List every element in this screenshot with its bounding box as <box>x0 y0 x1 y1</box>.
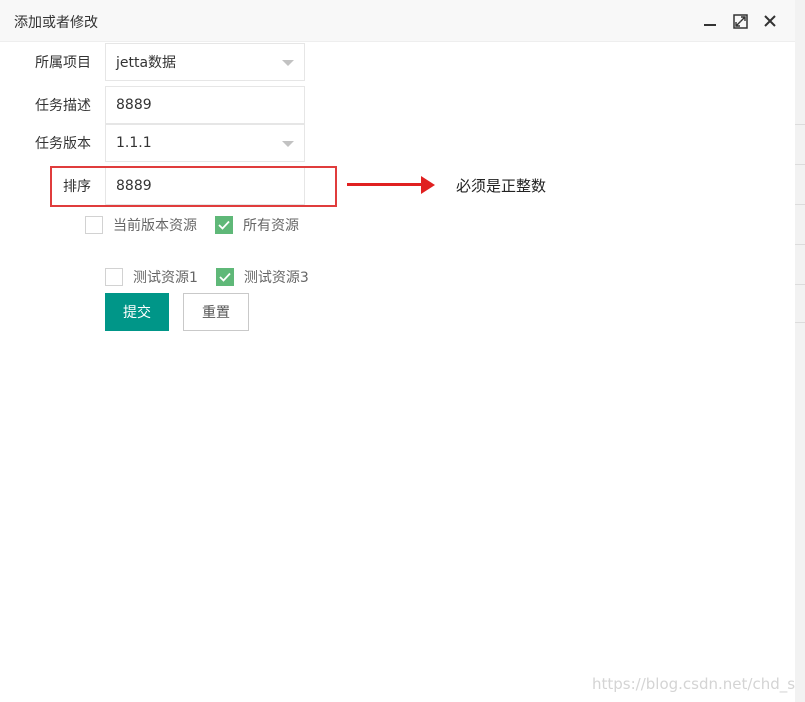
version-select[interactable]: 1.1.1 <box>105 124 305 162</box>
form-row-description: 任务描述 8889 <box>0 86 305 124</box>
background-page-edge <box>795 0 805 702</box>
project-label: 所属项目 <box>35 55 91 71</box>
form-row-project: 所属项目 jetta数据 <box>0 43 305 81</box>
arrow-right-icon <box>421 176 435 194</box>
description-input[interactable]: 8889 <box>105 86 305 124</box>
dialog-title: 添加或者修改 <box>14 15 98 31</box>
checkbox-test-resource-3-label: 测试资源3 <box>243 270 309 286</box>
chevron-down-icon <box>282 141 294 147</box>
form-row-version: 任务版本 1.1.1 <box>0 124 305 162</box>
window-controls <box>701 12 779 30</box>
checkbox-test-resource-1[interactable] <box>105 268 123 286</box>
dialog-window: 添加或者修改 所属项目 jetta数据 任务描述 8889 任务版本 1.1.1… <box>0 0 805 702</box>
close-icon[interactable] <box>761 12 779 30</box>
annotation-note: 必须是正整数 <box>456 177 547 195</box>
highlight-box <box>50 166 337 207</box>
checkbox-all-resources[interactable] <box>215 216 233 234</box>
checkbox-test-resource-3[interactable] <box>215 268 234 286</box>
submit-button[interactable]: 提交 <box>105 293 169 331</box>
chevron-down-icon <box>282 60 294 66</box>
maximize-icon[interactable] <box>731 12 749 30</box>
minimize-icon[interactable] <box>701 12 719 30</box>
project-select[interactable]: jetta数据 <box>105 43 305 81</box>
reset-button[interactable]: 重置 <box>183 293 249 331</box>
dialog-titlebar: 添加或者修改 <box>0 0 795 42</box>
project-select-value: jetta数据 <box>116 55 177 71</box>
resource-scope-group: 当前版本资源 所有资源 <box>85 215 317 235</box>
checkbox-current-version-label: 当前版本资源 <box>113 218 197 234</box>
resources-group: 测试资源1 测试资源3 <box>105 267 327 287</box>
checkbox-current-version[interactable] <box>85 216 103 234</box>
arrow-line <box>347 183 425 186</box>
description-label: 任务描述 <box>35 98 91 114</box>
watermark-text: https://blog.csdn.net/chd_sun <box>592 675 805 693</box>
version-select-value: 1.1.1 <box>116 135 152 151</box>
description-input-value: 8889 <box>116 97 152 113</box>
checkbox-all-resources-label: 所有资源 <box>243 218 299 234</box>
check-icon <box>219 272 231 282</box>
check-icon <box>218 220 230 230</box>
checkbox-test-resource-1-label: 测试资源1 <box>133 270 198 286</box>
version-label: 任务版本 <box>35 136 91 152</box>
